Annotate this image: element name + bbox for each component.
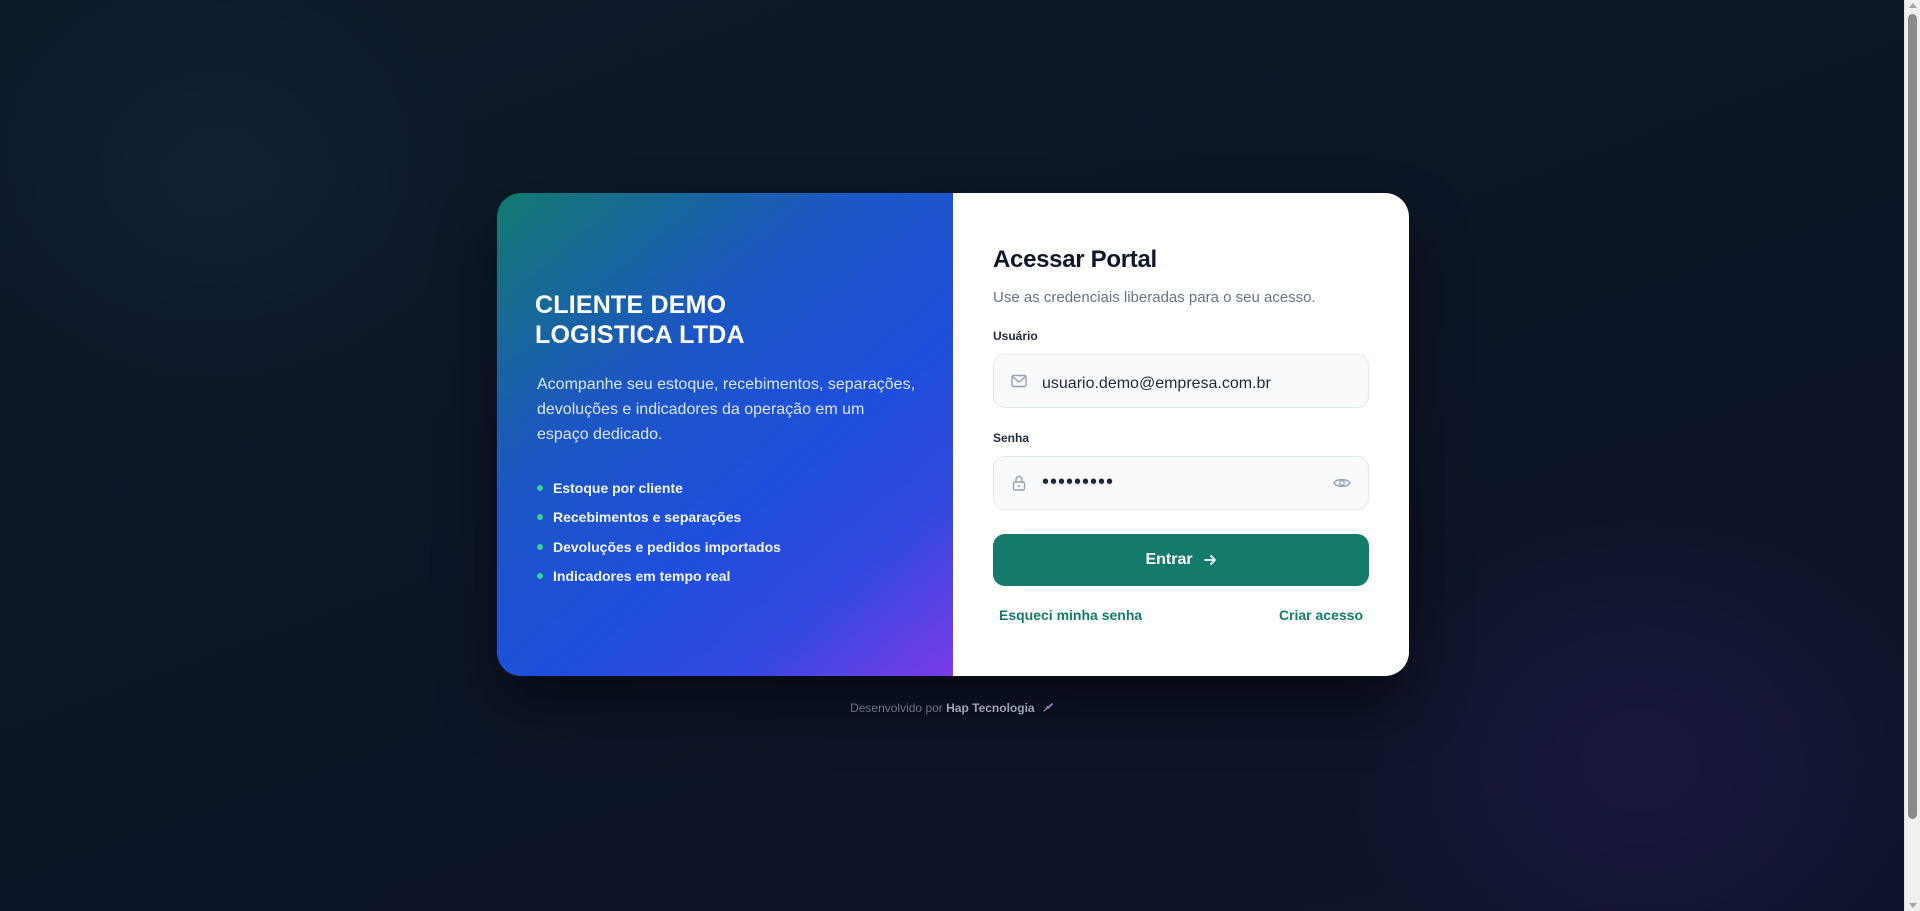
password-input[interactable] [1040,471,1324,495]
feature-label: Indicadores em tempo real [553,568,731,585]
feature-label: Devoluções e pedidos importados [553,538,781,555]
feature-item: Recebimentos e separações [537,503,915,533]
username-field [993,354,1369,408]
login-card: CLIENTE DEMO LOGISTICA LTDA Acompanhe se… [497,193,1409,676]
bullet-dot-icon [537,543,543,550]
login-subtitle: Use as credenciais liberadas para o seu … [993,289,1316,306]
scroll-down-icon[interactable] [1909,903,1917,908]
bullet-dot-icon [537,514,543,521]
create-access-link[interactable]: Criar acesso [1279,607,1363,623]
lock-icon [1010,474,1028,492]
feature-item: Indicadores em tempo real [537,562,915,592]
auth-links: Esqueci minha senha Criar acesso [993,607,1369,623]
username-input[interactable] [1040,368,1352,394]
footer-prefix: Desenvolvido por [850,701,943,715]
feature-item: Estoque por cliente [537,473,915,503]
mail-icon [1010,372,1028,390]
submit-button[interactable]: Entrar [993,534,1369,586]
scrollbar-thumb[interactable] [1908,14,1917,819]
feature-label: Estoque por cliente [553,479,683,496]
footer: Desenvolvido por Hap Tecnologia [0,701,1904,716]
arrow-right-icon [1203,553,1217,567]
password-field [993,456,1369,510]
submit-label: Entrar [1145,551,1193,568]
bullet-dot-icon [537,484,543,491]
company-name: CLIENTE DEMO LOGISTICA LTDA [535,291,745,349]
bullet-dot-icon [537,573,543,580]
footer-brand: Hap Tecnologia [946,701,1035,715]
brand-panel: CLIENTE DEMO LOGISTICA LTDA Acompanhe se… [497,193,953,676]
feature-item: Devoluções e pedidos importados [537,532,915,562]
login-title: Acessar Portal [993,246,1157,273]
forgot-password-link[interactable]: Esqueci minha senha [999,607,1142,623]
password-label: Senha [993,431,1030,445]
login-panel: Acessar Portal Use as credenciais libera… [953,193,1409,676]
vertical-scrollbar[interactable] [1904,0,1920,911]
eye-icon[interactable] [1332,473,1352,493]
username-label: Usuário [993,329,1038,343]
brand-description: Acompanhe seu estoque, recebimentos, sep… [537,376,916,443]
rocket-icon [1042,701,1054,716]
feature-label: Recebimentos e separações [553,509,742,526]
feature-list: Estoque por cliente Recebimentos e separ… [537,473,915,591]
scroll-up-icon[interactable] [1909,3,1917,8]
